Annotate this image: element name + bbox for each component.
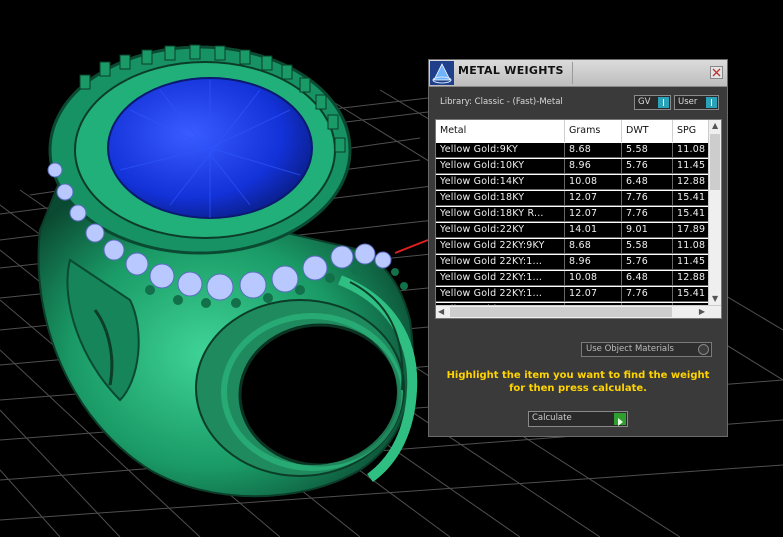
play-icon [614,413,626,426]
panel-title: METAL WEIGHTS [458,64,564,77]
calculate-label: Calculate [532,413,572,423]
cell-spg: 12.88 [673,175,713,189]
cell-dwt: 5.76 [622,255,673,269]
table-row[interactable]: Yellow Gold:14KY 10.08 6.48 12.88 [436,175,713,190]
cell-grams: 10.08 [565,175,622,189]
instructions-line-1: Highlight the item you want to find the … [446,370,710,381]
table-row[interactable]: Yellow Gold 22KY:9KY 8.68 5.58 11.08 [436,239,713,254]
table-row[interactable]: Yellow Gold:18KY 12.07 7.76 15.41 [436,191,713,206]
cell-spg: 15.41 [673,287,713,301]
cell-dwt: 7.76 [622,191,673,205]
cell-metal: Yellow Gold:18KY R... [436,207,565,221]
cell-metal: Yellow Gold 22KY:1... [436,255,565,269]
use-object-materials-option[interactable]: Use Object Materials [581,342,712,357]
cell-metal: Yellow Gold 22KY:1... [436,287,565,301]
cell-spg: 11.45 [673,255,713,269]
title-bar[interactable]: METAL WEIGHTS [429,60,727,87]
table-row[interactable]: Yellow Gold:9KY 8.68 5.58 11.08 [436,143,713,158]
cell-dwt: 5.58 [622,239,673,253]
cell-dwt: 7.76 [622,207,673,221]
library-label: Library: Classic - (Fast)-Metal [440,97,563,107]
cell-grams: 8.96 [565,255,622,269]
column-header-dwt[interactable]: DWT [622,120,673,142]
use-object-materials-label: Use Object Materials [586,344,674,354]
cell-metal: Yellow Gold:22KY [436,223,565,237]
cell-dwt: 6.48 [622,271,673,285]
cell-spg: 11.08 [673,239,713,253]
cell-metal: Yellow Gold 22KY:9KY [436,239,565,253]
table-header: Metal Grams DWT SPG [436,120,713,142]
cell-metal: Yellow Gold:10KY [436,159,565,173]
cell-metal: Yellow Gold:9KY [436,143,565,157]
cell-spg: 11.45 [673,159,713,173]
gv-toggle[interactable]: GV [634,95,671,110]
title-divider [572,62,573,84]
column-header-spg[interactable]: SPG [673,120,713,142]
close-icon [712,68,721,77]
cell-spg: 11.08 [673,143,713,157]
cell-grams: 12.07 [565,287,622,301]
cell-grams: 8.96 [565,159,622,173]
instructions-text: Highlight the item you want to find the … [429,369,727,395]
cell-grams: 14.01 [565,223,622,237]
vertical-scrollbar[interactable]: ▲ ▼ [708,120,721,305]
scroll-right-icon[interactable]: ▶ [699,307,705,317]
user-toggle-label: User [678,97,698,107]
cell-grams: 8.68 [565,143,622,157]
radio-knob-icon [698,344,709,355]
cell-grams: 12.07 [565,191,622,205]
cell-spg: 15.41 [673,191,713,205]
horizontal-scrollbar[interactable]: ◀ ▶ [436,305,721,318]
app-logo-icon [430,61,454,85]
scroll-up-icon[interactable]: ▲ [712,121,718,131]
close-button[interactable] [710,66,723,79]
table-row[interactable]: Yellow Gold:10KY 8.96 5.76 11.45 [436,159,713,174]
table-row[interactable]: Yellow Gold 22KY:1...12.077.7615.41 [436,287,713,302]
calculate-button[interactable]: Calculate [528,411,628,427]
scroll-down-icon[interactable]: ▼ [712,294,718,304]
cell-dwt: 5.76 [622,159,673,173]
metal-weights-panel: METAL WEIGHTS Library: Classic - (Fast)-… [428,59,728,437]
cell-grams: 8.68 [565,239,622,253]
cell-metal: Yellow Gold:14KY [436,175,565,189]
cell-grams: 12.07 [565,207,622,221]
cell-dwt: 7.76 [622,287,673,301]
cell-dwt: 9.01 [622,223,673,237]
user-toggle[interactable]: User [674,95,719,110]
toggle-switch-icon [706,97,717,108]
cell-dwt: 5.58 [622,143,673,157]
toggle-switch-icon [658,97,669,108]
table-row[interactable]: Yellow Gold:22KY 14.01 9.01 17.89 [436,223,713,238]
cell-spg: 17.89 [673,223,713,237]
cell-spg: 15.41 [673,207,713,221]
metal-table[interactable]: Metal Grams DWT SPG Yellow Gold:9KY 8.68 5… [435,119,722,319]
cell-metal: Yellow Gold 22KY:1... [436,271,565,285]
table-row[interactable]: Yellow Gold 22KY:1... 8.96 5.76 11.45 [436,255,713,270]
vertical-scroll-thumb[interactable] [710,134,720,190]
instructions-line-2: for then press calculate. [509,383,647,394]
cell-metal: Yellow Gold:18KY [436,191,565,205]
horizontal-scroll-thumb[interactable] [450,307,672,317]
table-row[interactable]: Yellow Gold 22KY:1... 10.08 6.48 12.88 [436,271,713,286]
column-header-metal[interactable]: Metal [436,120,565,142]
cell-dwt: 6.48 [622,175,673,189]
column-header-grams[interactable]: Grams [565,120,622,142]
gv-toggle-label: GV [638,97,651,107]
scroll-left-icon[interactable]: ◀ [438,307,444,317]
cell-grams: 10.08 [565,271,622,285]
cell-spg: 12.88 [673,271,713,285]
table-row[interactable]: Yellow Gold:18KY R... 12.07 7.76 15.41 [436,207,713,222]
